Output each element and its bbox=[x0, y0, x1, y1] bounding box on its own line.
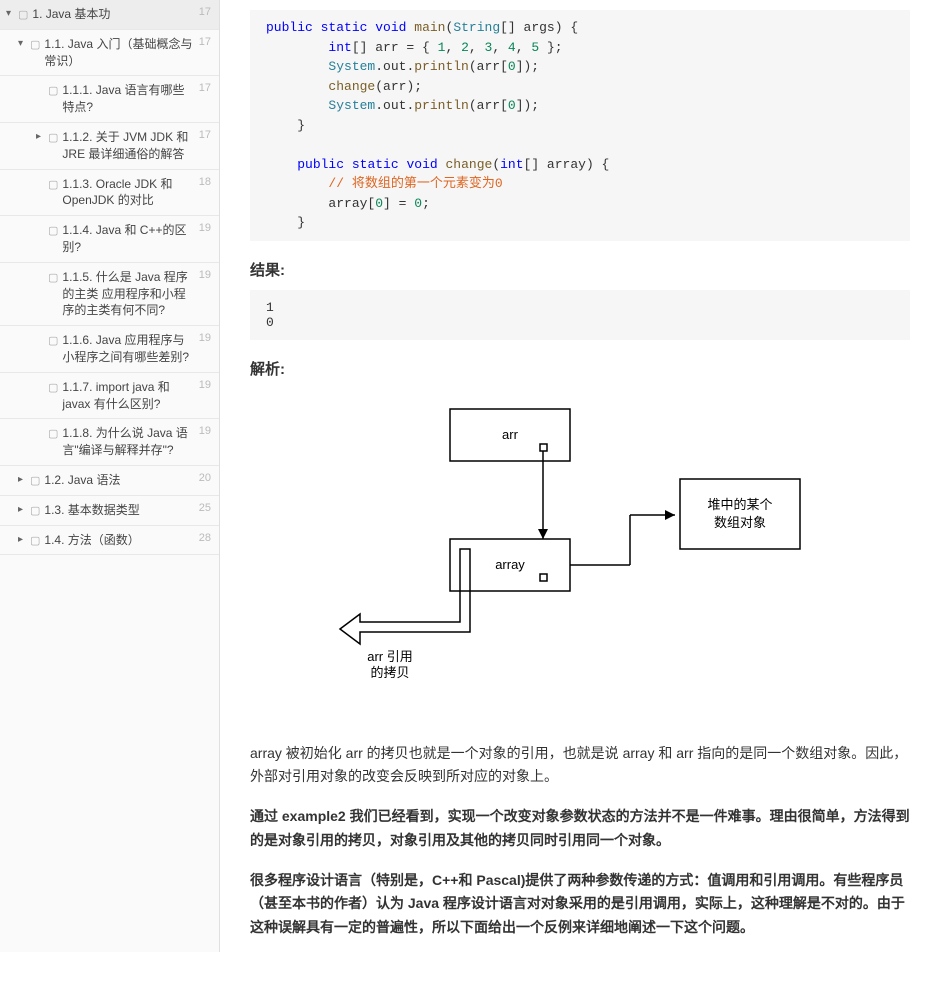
nav-item-3[interactable]: ▸▢ 1.1.2. 关于 JVM JDK 和 JRE 最详细通俗的解答 17 bbox=[0, 123, 219, 170]
nav-item-6[interactable]: ▢ 1.1.5. 什么是 Java 程序的主类 应用程序和小程序的主类有何不同? 1… bbox=[0, 263, 219, 326]
nav-count: 17 bbox=[199, 129, 211, 141]
nav-label: 1.1.6. Java 应用程序与小程序之间有哪些差别? bbox=[62, 332, 194, 366]
nav-item-10[interactable]: ▸▢ 1.2. Java 语法 20 bbox=[0, 466, 219, 496]
expand-arrow-icon: ▾ bbox=[6, 8, 16, 19]
book-icon: ▢ bbox=[48, 224, 58, 237]
nav-count: 17 bbox=[199, 82, 211, 94]
reference-diagram-svg: arr array 堆中的某个 数组对象 arr 引用 的拷贝 bbox=[330, 399, 830, 699]
nav-label: 1.3. 基本数据类型 bbox=[44, 502, 194, 519]
nav-count: 20 bbox=[199, 472, 211, 484]
nav-label: 1.4. 方法（函数） bbox=[44, 532, 194, 549]
book-icon: ▢ bbox=[30, 504, 40, 517]
expand-arrow-icon: ▸ bbox=[36, 131, 46, 142]
nav-count: 19 bbox=[199, 425, 211, 437]
book-icon: ▢ bbox=[48, 271, 58, 284]
book-icon: ▢ bbox=[18, 8, 28, 21]
nav-label: 1.1.2. 关于 JVM JDK 和 JRE 最详细通俗的解答 bbox=[62, 129, 194, 163]
book-icon: ▢ bbox=[48, 381, 58, 394]
nav-label: 1.1.8. 为什么说 Java 语言"编译与解释并存"? bbox=[62, 425, 194, 459]
nav-item-7[interactable]: ▢ 1.1.6. Java 应用程序与小程序之间有哪些差别? 19 bbox=[0, 326, 219, 373]
nav-item-12[interactable]: ▸▢ 1.4. 方法（函数） 28 bbox=[0, 526, 219, 556]
nav-count: 28 bbox=[199, 532, 211, 544]
book-icon: ▢ bbox=[30, 38, 40, 51]
diagram: arr array 堆中的某个 数组对象 arr 引用 的拷贝 bbox=[330, 399, 910, 702]
book-icon: ▢ bbox=[30, 474, 40, 487]
svg-text:arr: arr bbox=[502, 427, 519, 442]
expand-arrow-icon: ▾ bbox=[18, 38, 28, 49]
nav-label: 1.1.7. import java 和 javax 有什么区别? bbox=[62, 379, 194, 413]
book-icon: ▢ bbox=[48, 178, 58, 191]
nav-item-2[interactable]: ▢ 1.1.1. Java 语言有哪些特点? 17 bbox=[0, 76, 219, 123]
nav-label: 1.2. Java 语法 bbox=[44, 472, 194, 489]
expand-arrow-icon: ▸ bbox=[18, 474, 28, 485]
nav-item-8[interactable]: ▢ 1.1.7. import java 和 javax 有什么区别? 19 bbox=[0, 373, 219, 420]
heap-line1: 堆中的某个 bbox=[707, 497, 772, 512]
nav-item-0[interactable]: ▾▢ 1. Java 基本功 17 bbox=[0, 0, 219, 30]
nav-label: 1.1.1. Java 语言有哪些特点? bbox=[62, 82, 194, 116]
expand-arrow-icon: ▸ bbox=[18, 534, 28, 545]
main-content: public static void main(String[] args) {… bbox=[220, 0, 940, 986]
output-block: 1 0 bbox=[250, 290, 910, 340]
nav-label: 1.1.5. 什么是 Java 程序的主类 应用程序和小程序的主类有何不同? bbox=[62, 269, 194, 319]
expand-arrow-icon: ▸ bbox=[18, 504, 28, 515]
nav-item-1[interactable]: ▾▢ 1.1. Java 入门（基础概念与常识） 17 bbox=[0, 30, 219, 77]
nav-label: 1.1. Java 入门（基础概念与常识） bbox=[44, 36, 194, 70]
nav-label: 1.1.3. Oracle JDK 和 OpenJDK 的对比 bbox=[62, 176, 194, 210]
nav-count: 19 bbox=[199, 222, 211, 234]
nav-count: 19 bbox=[199, 379, 211, 391]
nav-count: 18 bbox=[199, 176, 211, 188]
nav-count: 17 bbox=[199, 36, 211, 48]
book-icon: ▢ bbox=[48, 427, 58, 440]
nav-item-11[interactable]: ▸▢ 1.3. 基本数据类型 25 bbox=[0, 496, 219, 526]
book-icon: ▢ bbox=[48, 84, 58, 97]
nav-count: 19 bbox=[199, 332, 211, 344]
nav-item-4[interactable]: ▢ 1.1.3. Oracle JDK 和 OpenJDK 的对比 18 bbox=[0, 170, 219, 217]
sidebar: ▾▢1. Java 基本功17▾▢1.1. Java 入门（基础概念与常识）17… bbox=[0, 0, 220, 952]
nav-item-5[interactable]: ▢ 1.1.4. Java 和 C++的区别? 19 bbox=[0, 216, 219, 263]
nav-count: 19 bbox=[199, 269, 211, 281]
code-block: public static void main(String[] args) {… bbox=[250, 10, 910, 241]
paragraph-3: 很多程序设计语言（特别是，C++和 Pascal)提供了两种参数传递的方式：值调… bbox=[250, 869, 910, 940]
paragraph-2: 通过 example2 我们已经看到，实现一个改变对象参数状态的方法并不是一件难… bbox=[250, 805, 910, 853]
copy-line2: 的拷贝 bbox=[370, 665, 409, 680]
nav-count: 17 bbox=[199, 6, 211, 18]
heap-line2: 数组对象 bbox=[714, 515, 766, 530]
paragraph-1: array 被初始化 arr 的拷贝也就是一个对象的引用，也就是说 array … bbox=[250, 742, 910, 790]
analysis-title: 解析: bbox=[250, 358, 910, 379]
nav-label: 1. Java 基本功 bbox=[32, 6, 194, 23]
nav-label: 1.1.4. Java 和 C++的区别? bbox=[62, 222, 194, 256]
svg-text:array: array bbox=[495, 557, 525, 572]
book-icon: ▢ bbox=[48, 334, 58, 347]
nav-item-9[interactable]: ▢ 1.1.8. 为什么说 Java 语言"编译与解释并存"? 19 bbox=[0, 419, 219, 466]
book-icon: ▢ bbox=[48, 131, 58, 144]
book-icon: ▢ bbox=[30, 534, 40, 547]
nav-count: 25 bbox=[199, 502, 211, 514]
result-title: 结果: bbox=[250, 259, 910, 280]
copy-line1: arr 引用 bbox=[367, 649, 413, 664]
